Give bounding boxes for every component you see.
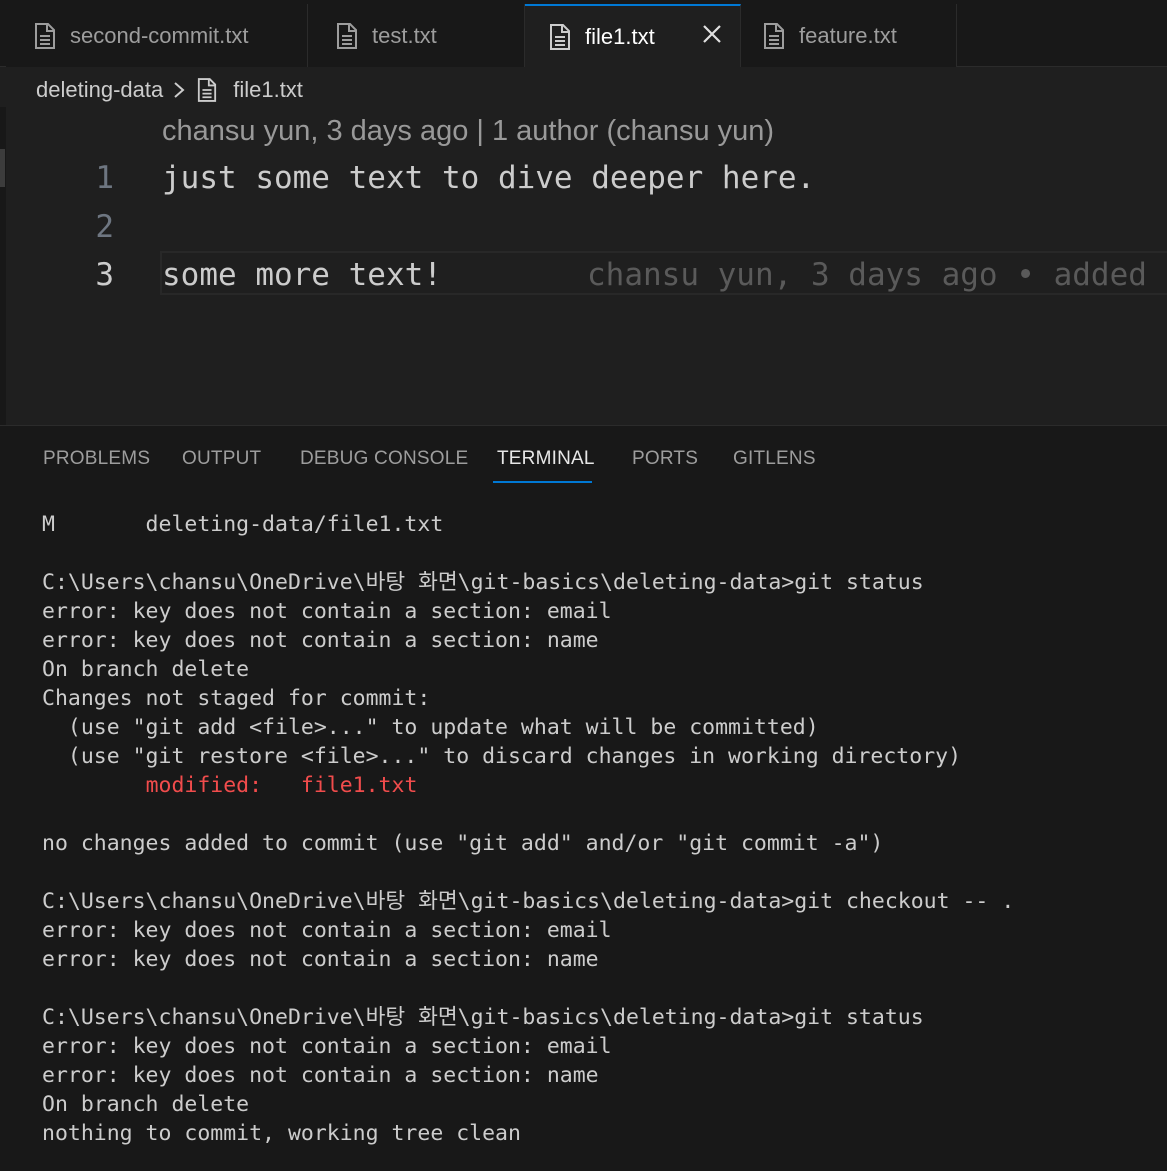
file-icon (337, 22, 357, 49)
file-icon (198, 78, 217, 102)
inline-blame: chansu yun, 3 days ago • added (587, 257, 1147, 293)
line-number: 2 (95, 209, 114, 245)
bottom-panel: PROBLEMS OUTPUT DEBUG CONSOLE TERMINAL P… (0, 425, 1167, 1171)
terminal-line: nothing to commit, working tree clean (42, 1121, 521, 1146)
line-number: 1 (95, 160, 114, 196)
code-line[interactable]: 2 (0, 201, 1167, 249)
code-line[interactable]: 1 just some text to dive deeper here. (0, 152, 1167, 200)
terminal-line: Changes not staged for commit: (42, 686, 431, 711)
breadcrumb: deleting-data file1.txt (36, 74, 303, 106)
terminal-line: error: key does not contain a section: n… (42, 1063, 599, 1088)
terminal-line: no changes added to commit (use "git add… (42, 831, 884, 856)
tab-gitlens[interactable]: GITLENS (733, 448, 816, 470)
terminal-line: error: key does not contain a section: n… (42, 628, 599, 653)
tab-problems[interactable]: PROBLEMS (43, 448, 150, 470)
tab-label: file1.txt (585, 23, 655, 49)
terminal-line: On branch delete (42, 1092, 250, 1117)
terminal-line: C:\Users\chansu\OneDrive\바탕 화면\git-basic… (42, 1005, 924, 1030)
tab-terminal[interactable]: TERMINAL (497, 448, 595, 470)
chevron-right-icon (174, 82, 185, 98)
tab-ports[interactable]: PORTS (632, 448, 698, 470)
terminal-line: C:\Users\chansu\OneDrive\바탕 화면\git-basic… (42, 889, 1015, 914)
code-line-current[interactable]: 3 some more text! chansu yun, 3 days ago… (0, 249, 1167, 297)
tab-second-commit[interactable]: second-commit.txt (6, 4, 308, 67)
close-icon[interactable] (700, 22, 724, 46)
codelens-blame[interactable]: chansu yun, 3 days ago | 1 author (chans… (162, 115, 774, 148)
vscode-window: second-commit.txt test.txt file1.txt fea… (0, 0, 1167, 1171)
line-number: 3 (95, 257, 114, 293)
terminal-output[interactable]: M deleting-data/file1.txt C:\Users\chansu… (42, 510, 1152, 1148)
file-icon (35, 22, 55, 49)
terminal-line: modified: file1.txt (42, 771, 1152, 800)
breadcrumb-folder[interactable]: deleting-data (36, 77, 163, 103)
file-icon (550, 23, 570, 50)
tab-label: feature.txt (799, 22, 897, 48)
line-text: some more text! (162, 257, 442, 293)
terminal-line: On branch delete (42, 657, 250, 682)
tab-label: test.txt (372, 22, 437, 48)
breadcrumb-file[interactable]: file1.txt (233, 77, 303, 103)
editor-tab-bar: second-commit.txt test.txt file1.txt fea… (0, 0, 1167, 67)
tab-test[interactable]: test.txt (308, 4, 525, 67)
panel-tab-bar: PROBLEMS OUTPUT DEBUG CONSOLE TERMINAL P… (0, 426, 1167, 486)
active-tab-indicator (493, 481, 592, 483)
terminal-line: error: key does not contain a section: e… (42, 918, 612, 943)
tab-output[interactable]: OUTPUT (182, 448, 261, 470)
terminal-line: (use "git add <file>..." to update what … (42, 715, 819, 740)
tab-debug-console[interactable]: DEBUG CONSOLE (300, 448, 468, 470)
terminal-line: (use "git restore <file>..." to discard … (42, 744, 962, 769)
terminal-line: error: key does not contain a section: e… (42, 599, 612, 624)
terminal-line: error: key does not contain a section: n… (42, 947, 599, 972)
file-icon (764, 22, 784, 49)
code-editor[interactable]: chansu yun, 3 days ago | 1 author (chans… (0, 107, 1167, 425)
tab-label: second-commit.txt (70, 22, 249, 48)
tab-file1[interactable]: file1.txt (525, 4, 741, 67)
terminal-line: C:\Users\chansu\OneDrive\바탕 화면\git-basic… (42, 570, 924, 595)
terminal-line: error: key does not contain a section: e… (42, 1034, 612, 1059)
tab-feature[interactable]: feature.txt (741, 4, 957, 67)
modified-file-entry: modified: file1.txt (145, 773, 418, 798)
line-text: just some text to dive deeper here. (162, 160, 816, 196)
terminal-line: M deleting-data/file1.txt (42, 512, 444, 537)
